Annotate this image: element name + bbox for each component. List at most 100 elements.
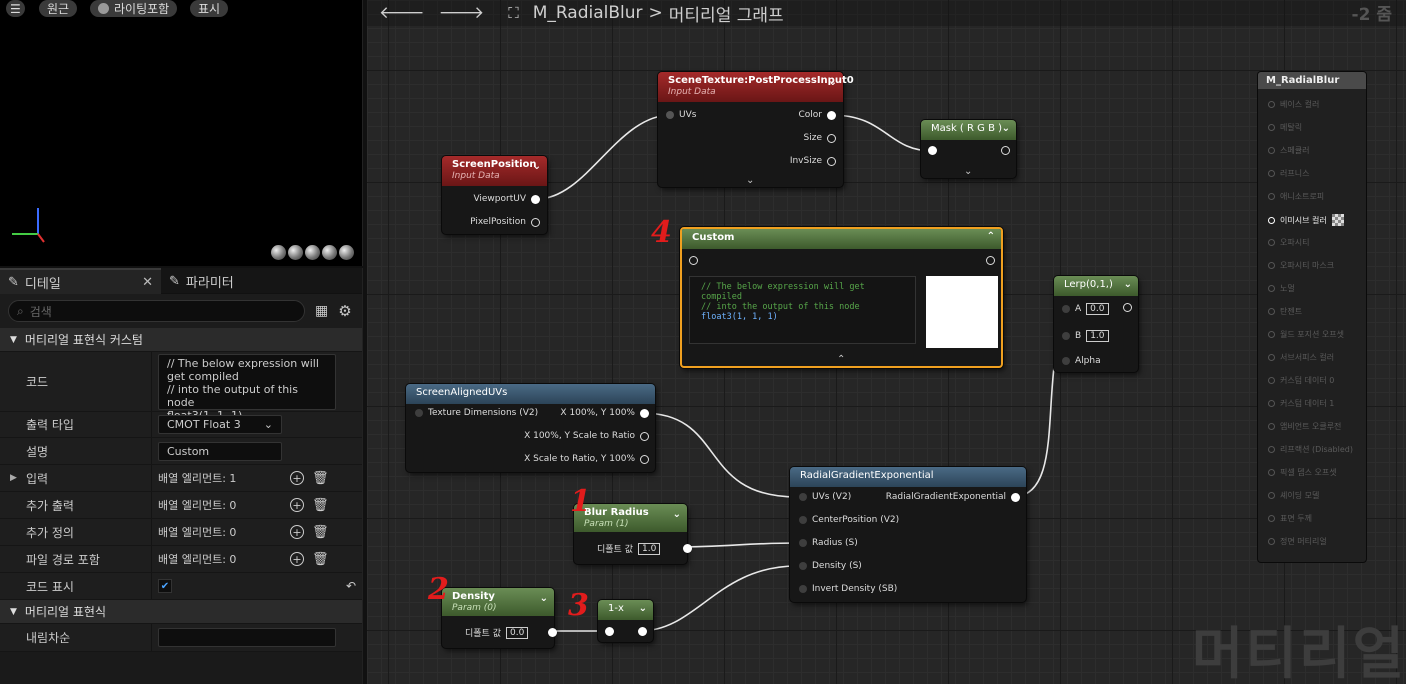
chevron-down-icon[interactable]: ⌄: [533, 161, 541, 172]
input-pin-b[interactable]: B 1.0: [1062, 330, 1109, 342]
chevron-up-icon[interactable]: ⌃: [837, 354, 845, 365]
chevron-down-icon[interactable]: ⌄: [1124, 279, 1132, 290]
result-input-pin[interactable]: 노멀: [1268, 283, 1295, 294]
lit-mode-button[interactable]: 라이팅포함: [90, 0, 178, 17]
result-input-pin[interactable]: 커스텀 데이터 1: [1268, 398, 1334, 409]
inputs-row[interactable]: ▶ 입력: [0, 465, 152, 491]
input-pin[interactable]: [928, 146, 937, 155]
sphere-preview-icon[interactable]: [288, 245, 303, 260]
result-input-pin[interactable]: 픽셀 뎁스 오프셋: [1268, 467, 1337, 478]
value-field[interactable]: 1.0: [1086, 330, 1109, 342]
perspective-button[interactable]: 원근: [39, 0, 78, 17]
result-input-pin[interactable]: 오파시티: [1268, 237, 1309, 248]
cylinder-preview-icon[interactable]: [271, 245, 286, 260]
result-input-pin[interactable]: 앰비언트 오클루전: [1268, 421, 1341, 432]
plane-preview-icon[interactable]: [305, 245, 320, 260]
blur-radius-param-node[interactable]: Blur Radius Param (1) ⌄ 디폴트 값 1.0: [574, 504, 693, 564]
trash-icon[interactable]: 🗑: [312, 552, 329, 567]
result-input-pin[interactable]: 커스텀 데이터 0: [1268, 375, 1334, 386]
show-code-checkbox[interactable]: ✔: [158, 579, 172, 593]
input-pin-alpha[interactable]: Alpha: [1062, 356, 1101, 366]
screen-aligned-uvs-node[interactable]: ScreenAlignedUVs Texture Dimensions (V2)…: [406, 384, 655, 472]
input-pin[interactable]: UVs (V2): [799, 492, 851, 502]
category-custom-expression[interactable]: ▼ 머티리얼 표현식 커스텀: [0, 328, 362, 352]
custom-code-preview[interactable]: // The below expression will get compile…: [689, 276, 916, 344]
result-input-pin[interactable]: 월드 포지션 오프셋: [1268, 329, 1344, 340]
scene-texture-node[interactable]: SceneTexture:PostProcessInput0 Input Data…: [658, 72, 854, 187]
viewport-menu-button[interactable]: ☰: [6, 0, 25, 17]
teapot-preview-icon[interactable]: [339, 245, 354, 260]
input-pin[interactable]: Density (S): [799, 561, 862, 571]
category-material-expression[interactable]: ▼ 머티리얼 표현식: [0, 600, 362, 624]
input-pin-a[interactable]: A 0.0: [1062, 303, 1109, 315]
cube-preview-icon[interactable]: [322, 245, 337, 260]
gear-icon[interactable]: ⚙: [338, 302, 351, 320]
output-pin[interactable]: RadialGradientExponential: [886, 492, 1020, 502]
lerp-node[interactable]: Lerp(0,1,) ⌄ A 0.0 B 1.0 Alpha: [1054, 276, 1138, 372]
default-value-row[interactable]: 디폴트 값 1.0: [597, 542, 693, 555]
chevron-down-icon[interactable]: ⌄: [746, 175, 754, 186]
chevron-down-icon[interactable]: ⌄: [1002, 123, 1010, 134]
add-icon[interactable]: +: [290, 498, 304, 512]
material-graph-canvas[interactable]: 🡐 🡒 ⛶ M_RadialBlur > 머티리얼 그래프 -2 줌 머티리얼 …: [367, 0, 1406, 684]
mask-node[interactable]: Mask ( R G B ) ⌄ ⌄: [921, 120, 1016, 178]
add-icon[interactable]: +: [290, 525, 304, 539]
output-pin[interactable]: [986, 256, 995, 265]
output-pin[interactable]: Size: [804, 133, 836, 143]
result-input-pin[interactable]: 셰이딩 모델: [1268, 490, 1319, 501]
output-pin[interactable]: PixelPosition: [470, 217, 540, 227]
show-button[interactable]: 표시: [190, 0, 229, 17]
add-icon[interactable]: +: [290, 471, 304, 485]
chevron-down-icon[interactable]: ⌄: [639, 603, 647, 614]
input-pin[interactable]: CenterPosition (V2): [799, 515, 899, 525]
value-field[interactable]: 0.0: [1086, 303, 1109, 315]
result-input-pin[interactable]: 탄젠트: [1268, 306, 1302, 317]
input-pin[interactable]: Radius (S): [799, 538, 858, 548]
result-input-pin[interactable]: 리프랙션 (Disabled): [1268, 444, 1353, 455]
output-pin[interactable]: X 100%, Y Scale to Ratio: [524, 431, 649, 441]
output-pin[interactable]: X 100%, Y 100%: [560, 408, 649, 418]
radial-gradient-node[interactable]: RadialGradientExponential UVs (V2) Radia…: [790, 467, 1026, 602]
input-pin[interactable]: [689, 256, 698, 265]
result-input-pin[interactable]: 메탈릭: [1268, 122, 1302, 133]
result-input-pin[interactable]: 스페큘러: [1268, 145, 1309, 156]
screen-position-node[interactable]: ScreenPosition Input Data ⌄ ViewportUV Pix…: [442, 156, 547, 234]
material-result-node[interactable]: M_RadialBlur 베이스 컬러 메탈릭 스페큘러 러프니스 애니소트로피 이미시브…: [1258, 72, 1366, 562]
chevron-up-icon[interactable]: ⌃: [987, 231, 995, 242]
search-input[interactable]: ⌕ 검색: [8, 300, 305, 322]
table-view-icon[interactable]: ▦: [315, 303, 328, 319]
result-input-pin[interactable]: 표면 두께: [1268, 513, 1312, 524]
description-field[interactable]: Custom: [158, 441, 282, 461]
input-pin[interactable]: UVs: [666, 110, 696, 120]
output-pin[interactable]: [1001, 146, 1010, 155]
result-input-pin[interactable]: 애니소트로피: [1268, 191, 1324, 202]
output-pin[interactable]: ViewportUV: [473, 194, 540, 204]
tab-parameters[interactable]: ✎ 파라미터: [161, 268, 242, 294]
trash-icon[interactable]: 🗑: [312, 498, 329, 513]
one-minus-node[interactable]: 1-x ⌄: [598, 600, 653, 642]
tab-details[interactable]: ✎ 디테일 ✕: [0, 268, 161, 294]
default-value-row[interactable]: 디폴트 값 0.0: [465, 626, 558, 639]
result-input-pin[interactable]: 베이스 컬러: [1268, 99, 1319, 110]
chevron-down-icon[interactable]: ⌄: [829, 77, 837, 88]
result-input-pin[interactable]: 오파시티 마스크: [1268, 260, 1334, 271]
value-field[interactable]: 0.0: [505, 626, 529, 639]
result-input-pin[interactable]: 이미시브 컬러: [1268, 214, 1344, 226]
trash-icon[interactable]: 🗑: [312, 525, 329, 540]
chevron-down-icon[interactable]: ⌄: [540, 593, 548, 604]
custom-node[interactable]: Custom ⌃ // The below expression will get…: [680, 227, 1003, 368]
output-pin[interactable]: Color: [799, 110, 836, 120]
output-pin[interactable]: [638, 627, 647, 636]
desc-field[interactable]: [158, 628, 336, 647]
output-pin[interactable]: [1123, 303, 1132, 312]
value-field[interactable]: 1.0: [637, 542, 661, 555]
input-pin[interactable]: [605, 627, 614, 636]
result-input-pin[interactable]: 정면 머티리얼: [1268, 536, 1327, 547]
result-input-pin[interactable]: 서브서피스 컬러: [1268, 352, 1334, 363]
code-field[interactable]: // The below expression will get compile…: [158, 353, 336, 422]
input-pin[interactable]: Invert Density (SB): [799, 584, 897, 594]
input-pin[interactable]: Texture Dimensions (V2): [415, 408, 538, 418]
reset-arrow-icon[interactable]: ↶: [346, 579, 356, 593]
chevron-down-icon[interactable]: ⌄: [964, 166, 972, 177]
output-pin[interactable]: InvSize: [790, 156, 836, 166]
